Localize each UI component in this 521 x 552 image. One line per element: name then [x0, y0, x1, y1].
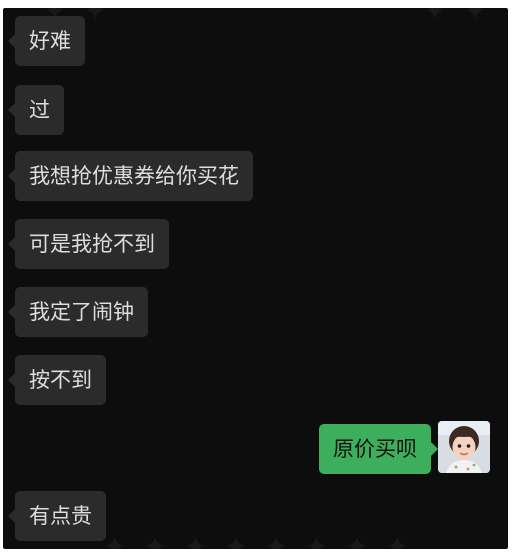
message-row: 我定了闹钟	[8, 287, 148, 337]
message-row: 过	[8, 85, 64, 135]
avatar-picture	[438, 421, 490, 473]
message-row: 好难	[8, 16, 85, 66]
incoming-message-bubble[interactable]: 按不到	[8, 355, 106, 405]
outgoing-message-bubble[interactable]: 原价买呗	[319, 424, 438, 474]
message-row: 有点贵	[8, 491, 106, 541]
incoming-message-bubble[interactable]: 有点贵	[8, 491, 106, 541]
message-row: 可是我抢不到	[8, 219, 169, 269]
message-row: 我想抢优惠券给你买花	[8, 151, 253, 201]
message-row: 按不到	[8, 355, 106, 405]
incoming-message-bubble[interactable]: 过	[8, 85, 64, 135]
child-avatar-icon[interactable]	[438, 421, 490, 473]
chat-panel: ✦ ✦ ✦ ✦ ✦ ✦ ✦ ✦ ✦ ✦ ✦ ✦ 好难 过 我想抢优惠券给你买花 …	[3, 8, 508, 549]
incoming-message-bubble[interactable]: 我定了闹钟	[8, 287, 148, 337]
watermark-bottom: ✦ ✦ ✦ ✦ ✦ ✦ ✦ ✦	[103, 530, 413, 549]
incoming-message-bubble[interactable]: 好难	[8, 16, 85, 66]
message-row: 原价买呗	[319, 424, 438, 474]
incoming-message-bubble[interactable]: 我想抢优惠券给你买花	[8, 151, 253, 201]
watermark-top-right: ✦ ✦	[423, 8, 491, 27]
incoming-message-bubble[interactable]: 可是我抢不到	[8, 219, 169, 269]
